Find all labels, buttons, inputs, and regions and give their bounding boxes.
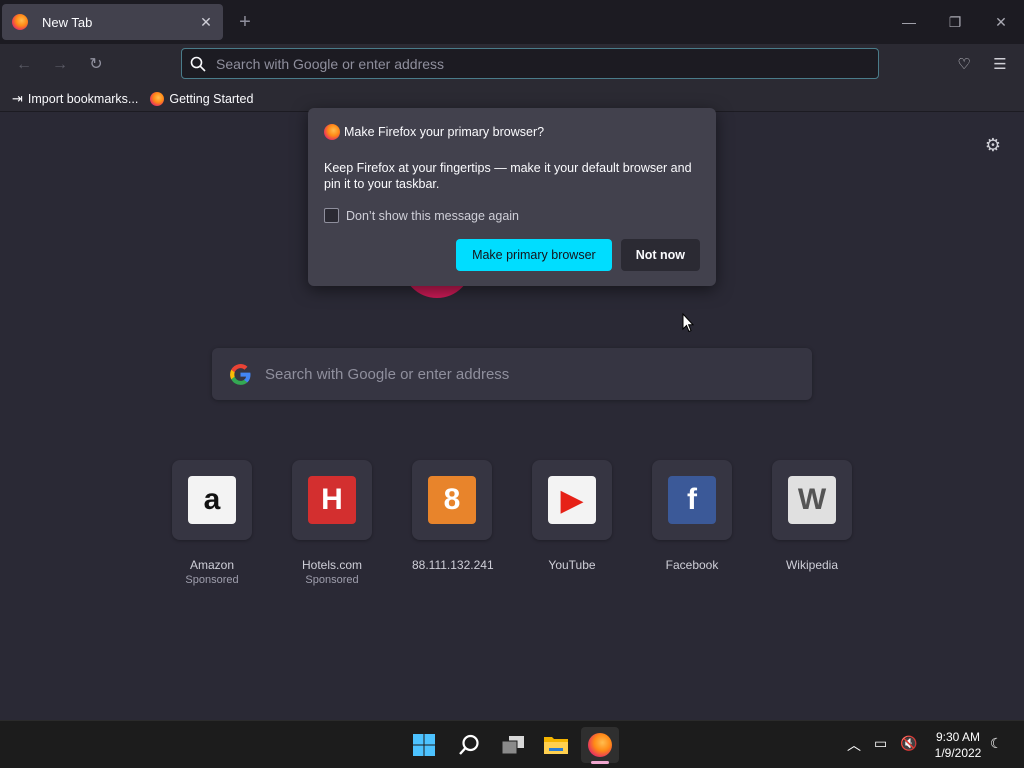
tile-sponsored-label: Sponsored [185, 574, 239, 586]
tile-name: Wikipedia [785, 558, 839, 572]
minimize-button[interactable]: — [897, 10, 921, 34]
chevron-up-icon[interactable]: ︿ [847, 735, 861, 755]
network-icon[interactable]: ▭ [874, 735, 887, 752]
page-search-input[interactable] [265, 365, 785, 383]
forward-button[interactable]: → [48, 53, 72, 77]
page-search-box[interactable] [212, 348, 812, 400]
tile-name: Facebook [665, 558, 719, 572]
back-button[interactable]: ← [12, 53, 36, 77]
make-primary-button[interactable]: Make primary browser [456, 239, 612, 271]
firefox-icon [588, 733, 612, 757]
close-window-button[interactable]: ✕ [989, 10, 1013, 34]
mouse-cursor-icon [682, 313, 694, 333]
file-explorer-button[interactable] [537, 727, 575, 763]
tile-name: 88.111.132.241 [412, 558, 494, 572]
start-button[interactable] [405, 727, 443, 763]
search-icon [190, 56, 206, 72]
tile-box[interactable]: f [652, 460, 732, 540]
tile-name: YouTube [548, 558, 596, 572]
bookmark-label: Getting Started [169, 91, 254, 106]
site-icon: W [788, 476, 836, 524]
checkbox-label: Don’t show this message again [346, 208, 520, 223]
tile-box[interactable]: W [772, 460, 852, 540]
tile-box[interactable]: H [292, 460, 372, 540]
tile-box[interactable]: a [172, 460, 252, 540]
tile-box[interactable]: 8 [412, 460, 492, 540]
title-bar: New Tab ✕ + — ❐ ✕ [0, 0, 1024, 44]
site-icon: H [308, 476, 356, 524]
dont-show-checkbox[interactable] [324, 208, 339, 223]
restore-button[interactable]: ❐ [943, 10, 967, 34]
reload-button[interactable]: ↻ [84, 53, 108, 77]
new-tab-button[interactable]: + [235, 12, 255, 32]
dialog-message: Keep Firefox at your fingertips — make i… [324, 161, 692, 191]
firefox-icon [12, 14, 28, 30]
tab-new-tab[interactable]: New Tab ✕ [2, 4, 223, 40]
tab-close-icon[interactable]: ✕ [197, 13, 215, 31]
top-site-tile[interactable]: ▶ YouTube [532, 460, 612, 586]
site-icon: f [668, 476, 716, 524]
site-icon: a [188, 476, 236, 524]
task-view-button[interactable] [494, 727, 532, 763]
bookmark-import[interactable]: ⇥ Import bookmarks... [12, 91, 138, 107]
firefox-icon [324, 124, 340, 140]
volume-muted-icon[interactable]: 🔇 [900, 735, 917, 752]
menu-icon[interactable]: ☰ [988, 53, 1012, 77]
google-icon [230, 363, 251, 385]
url-input[interactable] [216, 55, 856, 72]
top-sites: a Amazon Sponsored H Hotels.com Sponsored 8 88.… [172, 460, 852, 586]
tab-title: New Tab [42, 14, 93, 30]
bookmark-getting-started[interactable]: Getting Started [150, 91, 254, 106]
dont-show-checkbox-row[interactable]: Don’t show this message again [324, 208, 700, 223]
tile-name: Amazon [189, 558, 235, 572]
focus-assist-moon-icon[interactable]: ☾ [990, 735, 1003, 752]
taskbar-search-button[interactable] [450, 727, 488, 763]
top-site-tile[interactable]: f Facebook [652, 460, 732, 586]
site-icon: ▶ [548, 476, 596, 524]
windows-icon [413, 734, 435, 756]
address-bar[interactable] [181, 48, 879, 79]
task-view-icon [501, 736, 524, 755]
taskbar: ︿ ▭ 🔇 9:30 AM 1/9/2022 ☾ [0, 720, 1024, 768]
folder-icon [544, 737, 568, 754]
clock-date: 1/9/2022 [934, 746, 982, 760]
top-site-tile[interactable]: 8 88.111.132.241 [412, 460, 494, 586]
tile-name: Hotels.com [301, 558, 363, 572]
pocket-icon[interactable]: ♡ [952, 53, 976, 77]
site-icon: 8 [428, 476, 476, 524]
active-app-indicator [591, 761, 609, 764]
default-browser-dialog: Make Firefox your primary browser? Keep … [308, 108, 716, 286]
system-clock[interactable]: 9:30 AM 1/9/2022 [926, 729, 990, 761]
navigation-toolbar: ← → ↻ ♡ ☰ [0, 44, 1024, 86]
import-icon: ⇥ [12, 90, 23, 106]
top-site-tile[interactable]: a Amazon Sponsored [172, 460, 252, 586]
settings-gear-icon[interactable]: ⚙ [983, 135, 1003, 155]
top-site-tile[interactable]: H Hotels.com Sponsored [292, 460, 372, 586]
tile-box[interactable]: ▶ [532, 460, 612, 540]
firefox-icon [150, 91, 165, 106]
tile-sponsored-label: Sponsored [305, 574, 359, 586]
dialog-title: Make Firefox your primary browser? [344, 125, 545, 139]
not-now-button[interactable]: Not now [620, 239, 700, 271]
firefox-taskbar-button[interactable] [581, 727, 619, 763]
top-site-tile[interactable]: W Wikipedia [772, 460, 852, 586]
clock-time: 9:30 AM [935, 730, 981, 744]
bookmark-label: Import bookmarks... [27, 91, 139, 106]
search-icon [459, 734, 479, 755]
